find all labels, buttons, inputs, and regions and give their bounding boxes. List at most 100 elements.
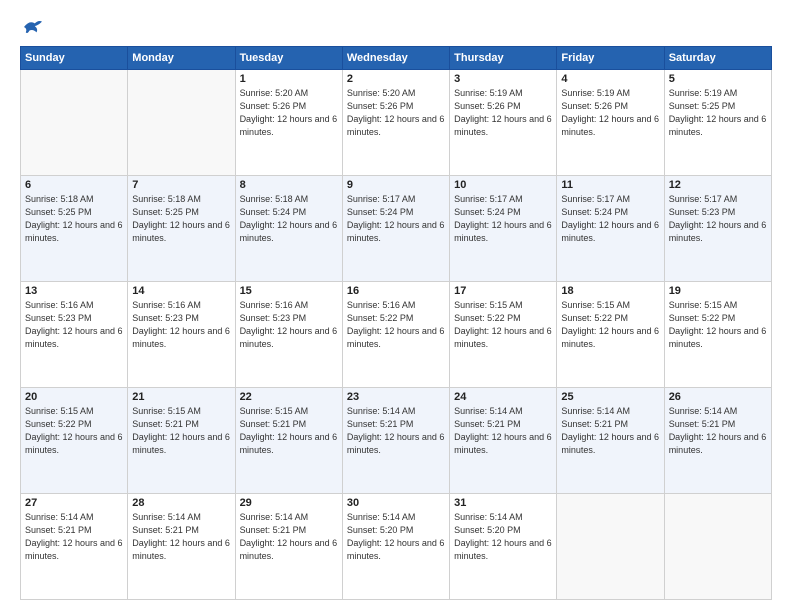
day-info: Sunrise: 5:17 AMSunset: 5:24 PMDaylight:… <box>561 193 659 245</box>
day-info: Sunrise: 5:14 AMSunset: 5:21 PMDaylight:… <box>240 511 338 563</box>
calendar-day-cell: 27Sunrise: 5:14 AMSunset: 5:21 PMDayligh… <box>21 494 128 600</box>
day-info: Sunrise: 5:14 AMSunset: 5:20 PMDaylight:… <box>347 511 445 563</box>
day-number: 8 <box>240 179 338 191</box>
calendar-day-cell: 12 Sunrise: 5:17 AMSunset: 5:23 PMDayligh… <box>664 176 771 282</box>
day-info: Sunrise: 5:16 AMSunset: 5:22 PMDaylight:… <box>347 299 445 351</box>
day-number: 22 <box>240 391 338 403</box>
day-header-row: SundayMondayTuesdayWednesdayThursdayFrid… <box>21 47 772 70</box>
day-of-week-header: Wednesday <box>342 47 449 70</box>
day-number: 5 <box>669 73 767 85</box>
day-info: Sunrise: 5:16 AMSunset: 5:23 PMDaylight:… <box>25 299 123 351</box>
day-number: 25 <box>561 391 659 403</box>
day-number: 30 <box>347 497 445 509</box>
day-number: 15 <box>240 285 338 297</box>
day-of-week-header: Friday <box>557 47 664 70</box>
calendar-header: SundayMondayTuesdayWednesdayThursdayFrid… <box>21 47 772 70</box>
calendar-day-cell: 11 Sunrise: 5:17 AMSunset: 5:24 PMDayligh… <box>557 176 664 282</box>
day-number: 3 <box>454 73 552 85</box>
calendar-day-cell: 5 Sunrise: 5:19 AMSunset: 5:25 PMDaylight… <box>664 70 771 176</box>
day-number: 4 <box>561 73 659 85</box>
calendar-day-cell: 6Sunrise: 5:18 AMSunset: 5:25 PMDaylight… <box>21 176 128 282</box>
calendar-day-cell: 28Sunrise: 5:14 AMSunset: 5:21 PMDayligh… <box>128 494 235 600</box>
day-info: Sunrise: 5:20 AMSunset: 5:26 PMDaylight:… <box>240 87 338 139</box>
calendar-day-cell: 14 Sunrise: 5:16 AMSunset: 5:23 PMDayligh… <box>128 282 235 388</box>
day-number: 13 <box>25 285 123 297</box>
day-number: 19 <box>669 285 767 297</box>
calendar-day-cell: 9 Sunrise: 5:17 AMSunset: 5:24 PMDaylight… <box>342 176 449 282</box>
calendar-day-cell: 22 Sunrise: 5:15 AMSunset: 5:21 PMDayligh… <box>235 388 342 494</box>
calendar-day-cell: 23Sunrise: 5:14 AMSunset: 5:21 PMDayligh… <box>342 388 449 494</box>
calendar-day-cell: 26 Sunrise: 5:14 AMSunset: 5:21 PMDayligh… <box>664 388 771 494</box>
day-info: Sunrise: 5:14 AMSunset: 5:21 PMDaylight:… <box>454 405 552 457</box>
day-of-week-header: Sunday <box>21 47 128 70</box>
day-number: 11 <box>561 179 659 191</box>
calendar-day-cell: 15Sunrise: 5:16 AMSunset: 5:23 PMDayligh… <box>235 282 342 388</box>
day-number: 23 <box>347 391 445 403</box>
calendar-day-cell: 19 Sunrise: 5:15 AMSunset: 5:22 PMDayligh… <box>664 282 771 388</box>
day-info: Sunrise: 5:15 AMSunset: 5:22 PMDaylight:… <box>454 299 552 351</box>
day-number: 1 <box>240 73 338 85</box>
day-number: 12 <box>669 179 767 191</box>
day-info: Sunrise: 5:18 AMSunset: 5:25 PMDaylight:… <box>132 193 230 245</box>
day-info: Sunrise: 5:15 AMSunset: 5:21 PMDaylight:… <box>240 405 338 457</box>
day-info: Sunrise: 5:17 AMSunset: 5:24 PMDaylight:… <box>454 193 552 245</box>
calendar-day-cell: 25 Sunrise: 5:14 AMSunset: 5:21 PMDayligh… <box>557 388 664 494</box>
calendar-day-cell: 20 Sunrise: 5:15 AMSunset: 5:22 PMDayligh… <box>21 388 128 494</box>
day-number: 9 <box>347 179 445 191</box>
day-number: 28 <box>132 497 230 509</box>
day-number: 7 <box>132 179 230 191</box>
calendar-day-cell: 18 Sunrise: 5:15 AMSunset: 5:22 PMDayligh… <box>557 282 664 388</box>
calendar-day-cell: 13 Sunrise: 5:16 AMSunset: 5:23 PMDayligh… <box>21 282 128 388</box>
calendar-day-cell: 17 Sunrise: 5:15 AMSunset: 5:22 PMDayligh… <box>450 282 557 388</box>
day-number: 24 <box>454 391 552 403</box>
day-info: Sunrise: 5:15 AMSunset: 5:22 PMDaylight:… <box>669 299 767 351</box>
day-number: 2 <box>347 73 445 85</box>
calendar-day-cell: 21 Sunrise: 5:15 AMSunset: 5:21 PMDayligh… <box>128 388 235 494</box>
calendar-day-cell <box>21 70 128 176</box>
calendar-day-cell: 30 Sunrise: 5:14 AMSunset: 5:20 PMDayligh… <box>342 494 449 600</box>
day-number: 18 <box>561 285 659 297</box>
day-info: Sunrise: 5:15 AMSunset: 5:22 PMDaylight:… <box>25 405 123 457</box>
day-info: Sunrise: 5:14 AMSunset: 5:21 PMDaylight:… <box>561 405 659 457</box>
day-of-week-header: Tuesday <box>235 47 342 70</box>
day-of-week-header: Saturday <box>664 47 771 70</box>
day-info: Sunrise: 5:19 AMSunset: 5:26 PMDaylight:… <box>561 87 659 139</box>
day-info: Sunrise: 5:17 AMSunset: 5:23 PMDaylight:… <box>669 193 767 245</box>
day-number: 20 <box>25 391 123 403</box>
calendar-week-row: 6 Sunrise: 5:18 AMSunset: 5:25 PMDaylight… <box>21 176 772 282</box>
day-number: 16 <box>347 285 445 297</box>
day-number: 17 <box>454 285 552 297</box>
day-number: 31 <box>454 497 552 509</box>
calendar-body: 1 Sunrise: 5:20 AMSunset: 5:26 PMDaylight… <box>21 70 772 600</box>
calendar-day-cell: 31Sunrise: 5:14 AMSunset: 5:20 PMDayligh… <box>450 494 557 600</box>
day-number: 6 <box>25 179 123 191</box>
day-info: Sunrise: 5:15 AMSunset: 5:21 PMDaylight:… <box>132 405 230 457</box>
logo-bird-icon <box>22 18 44 36</box>
day-info: Sunrise: 5:15 AMSunset: 5:22 PMDaylight:… <box>561 299 659 351</box>
calendar-day-cell: 3Sunrise: 5:19 AMSunset: 5:26 PMDaylight… <box>450 70 557 176</box>
calendar-week-row: 1 Sunrise: 5:20 AMSunset: 5:26 PMDaylight… <box>21 70 772 176</box>
page: SundayMondayTuesdayWednesdayThursdayFrid… <box>0 0 792 612</box>
day-info: Sunrise: 5:17 AMSunset: 5:24 PMDaylight:… <box>347 193 445 245</box>
calendar-day-cell: 2Sunrise: 5:20 AMSunset: 5:26 PMDaylight… <box>342 70 449 176</box>
calendar-week-row: 20 Sunrise: 5:15 AMSunset: 5:22 PMDayligh… <box>21 388 772 494</box>
calendar-week-row: 27 Sunrise: 5:14 AMSunset: 5:21 PMDayligh… <box>21 494 772 600</box>
calendar-day-cell <box>128 70 235 176</box>
day-number: 26 <box>669 391 767 403</box>
day-info: Sunrise: 5:14 AMSunset: 5:21 PMDaylight:… <box>669 405 767 457</box>
day-number: 21 <box>132 391 230 403</box>
day-number: 27 <box>25 497 123 509</box>
calendar-day-cell: 4 Sunrise: 5:19 AMSunset: 5:26 PMDaylight… <box>557 70 664 176</box>
day-number: 14 <box>132 285 230 297</box>
header <box>20 18 772 36</box>
day-info: Sunrise: 5:18 AMSunset: 5:24 PMDaylight:… <box>240 193 338 245</box>
calendar-day-cell: 29Sunrise: 5:14 AMSunset: 5:21 PMDayligh… <box>235 494 342 600</box>
calendar-table: SundayMondayTuesdayWednesdayThursdayFrid… <box>20 46 772 600</box>
day-number: 10 <box>454 179 552 191</box>
calendar-day-cell: 1 Sunrise: 5:20 AMSunset: 5:26 PMDaylight… <box>235 70 342 176</box>
day-of-week-header: Monday <box>128 47 235 70</box>
day-info: Sunrise: 5:16 AMSunset: 5:23 PMDaylight:… <box>132 299 230 351</box>
day-info: Sunrise: 5:19 AMSunset: 5:25 PMDaylight:… <box>669 87 767 139</box>
day-of-week-header: Thursday <box>450 47 557 70</box>
calendar-day-cell: 24 Sunrise: 5:14 AMSunset: 5:21 PMDayligh… <box>450 388 557 494</box>
